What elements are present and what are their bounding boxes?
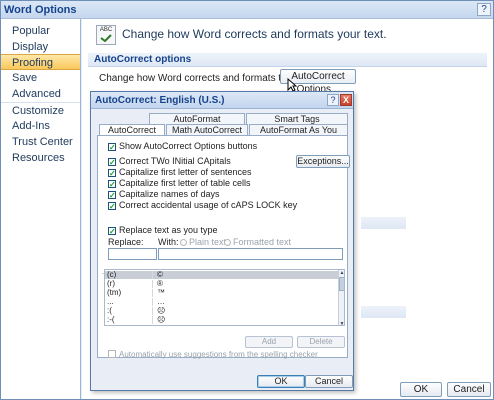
scroll-thumb[interactable]	[339, 277, 344, 291]
checkbox-checked-icon[interactable]: ✓	[108, 227, 116, 236]
plain-text-radio[interactable]: Plain text	[180, 237, 226, 247]
entry-to: ☹	[157, 307, 166, 315]
nav-item-save[interactable]: Save	[1, 70, 80, 86]
tab-smart-tags[interactable]: Smart Tags	[246, 113, 348, 124]
section-bar-background	[361, 217, 406, 229]
nav-item-add-ins[interactable]: Add-Ins	[1, 118, 80, 134]
entry-from: (c)	[107, 271, 153, 279]
entry-from: (tm)	[107, 289, 153, 297]
entry-from: (r)	[107, 280, 153, 288]
nav-item-trust-center[interactable]: Trust Center	[1, 134, 80, 150]
content-header-text: Change how Word corrects and formats you…	[122, 27, 387, 41]
checkbox-label: Correct TWo INitial CApitals	[119, 156, 231, 166]
checkbox-checked-icon[interactable]: ✓	[108, 143, 116, 152]
autocorrect-tab-panel: ✓ Show AutoCorrect Options buttons ✓ Corre…	[97, 135, 350, 360]
checkbox-checked-icon[interactable]: ✓	[108, 191, 116, 200]
entries-scrollbar[interactable]: ▲ ▼	[338, 270, 344, 325]
nav-item-popular[interactable]: Popular	[1, 23, 80, 39]
section-bar-background	[361, 306, 406, 318]
entry-to: ©	[157, 271, 163, 279]
tab-autoformat[interactable]: AutoFormat	[149, 113, 245, 124]
abc-check-icon: ABC	[96, 25, 116, 45]
dialog-title-bar: AutoCorrect: English (U.S.) ? X	[91, 92, 353, 109]
table-row[interactable]: :( ☹	[105, 307, 338, 315]
radio-label: Plain text	[189, 237, 227, 247]
table-row[interactable]: (r) ®	[105, 280, 338, 288]
scroll-down-icon[interactable]: ▼	[339, 321, 344, 325]
checkbox-label: Automatically use suggestions from the s…	[119, 350, 318, 359]
nav-item-advanced[interactable]: Advanced	[1, 86, 80, 102]
add-button[interactable]: Add	[245, 336, 293, 348]
delete-button[interactable]: Delete	[297, 336, 345, 348]
radio-label: Formatted text	[233, 237, 292, 247]
window-cancel-button[interactable]: Cancel	[447, 382, 491, 397]
checkbox-capitalize-sentences[interactable]: ✓ Capitalize first letter of sentences	[108, 167, 252, 178]
nav-item-resources[interactable]: Resources	[1, 150, 80, 166]
content-header: ABC Change how Word corrects and formats…	[82, 19, 493, 51]
checkbox-capitalize-table-cells[interactable]: ✓ Capitalize first letter of table cells	[108, 178, 251, 189]
checkbox-label: Capitalize names of days	[119, 189, 220, 199]
checkbox-checked-icon[interactable]: ✓	[108, 158, 116, 167]
window-title-bar: Word Options ?	[1, 1, 493, 19]
window-title: Word Options	[4, 4, 77, 16]
window-help-button[interactable]: ?	[477, 3, 491, 16]
dialog-cancel-button[interactable]: Cancel	[305, 375, 353, 388]
checkbox-capitalize-days[interactable]: ✓ Capitalize names of days	[108, 189, 220, 200]
checkbox-checked-icon[interactable]: ✓	[108, 180, 116, 189]
table-row[interactable]: :-( ☹	[105, 316, 338, 324]
nav-item-customize[interactable]: Customize	[1, 102, 80, 118]
table-row[interactable]: ... …	[105, 298, 338, 306]
entry-from: ...	[107, 298, 153, 306]
checkbox-unchecked-icon[interactable]	[108, 350, 116, 358]
abc-icon-text: ABC	[99, 27, 113, 33]
with-label: With:	[158, 237, 179, 247]
checkbox-label: Replace text as you type	[119, 225, 218, 235]
options-nav: Popular Display Proofing Save Advanced C…	[1, 19, 81, 399]
replace-input[interactable]	[108, 248, 157, 260]
window-ok-button[interactable]: OK	[400, 382, 442, 397]
entry-to: …	[157, 298, 165, 306]
autocorrect-section-title: AutoCorrect options	[88, 53, 487, 67]
nav-item-proofing[interactable]: Proofing	[1, 54, 80, 70]
entry-from: :(	[107, 307, 153, 315]
replace-label: Replace:	[108, 237, 144, 247]
checkmark-icon	[100, 34, 112, 43]
dialog-help-button[interactable]: ?	[327, 94, 339, 106]
dialog-title: AutoCorrect: English (U.S.)	[95, 95, 225, 106]
tab-autoformat-as-you-type[interactable]: AutoFormat As You Type	[249, 124, 348, 145]
tab-math-autocorrect[interactable]: Math AutoCorrect	[166, 124, 248, 135]
checkbox-checked-icon[interactable]: ✓	[108, 169, 116, 178]
scroll-up-icon[interactable]: ▲	[339, 270, 344, 276]
checkbox-label: Capitalize first letter of table cells	[119, 178, 251, 188]
table-row[interactable]: (tm) ™	[105, 289, 338, 297]
checkbox-checked-icon[interactable]: ✓	[108, 202, 116, 211]
dialog-close-button[interactable]: X	[340, 94, 352, 106]
exceptions-button[interactable]: Exceptions...	[296, 155, 350, 168]
with-input[interactable]	[158, 248, 343, 260]
radio-icon[interactable]	[180, 239, 187, 246]
checkbox-show-options-buttons[interactable]: ✓ Show AutoCorrect Options buttons	[108, 141, 258, 152]
entry-to: ☹	[157, 316, 166, 324]
formatted-text-radio[interactable]: Formatted text	[224, 237, 291, 247]
dialog-ok-button[interactable]: OK	[257, 375, 305, 388]
nav-item-display[interactable]: Display	[1, 39, 80, 55]
checkbox-correct-two-initial-capitals[interactable]: ✓ Correct TWo INitial CApitals	[108, 156, 231, 167]
autocorrect-dialog: AutoCorrect: English (U.S.) ? X AutoForm…	[90, 91, 354, 391]
mouse-pointer-icon	[287, 78, 297, 92]
checkbox-auto-suggestions[interactable]: Automatically use suggestions from the s…	[108, 350, 318, 360]
radio-icon[interactable]	[224, 239, 231, 246]
checkbox-label: Capitalize first letter of sentences	[119, 167, 252, 177]
entry-to: ™	[157, 289, 165, 297]
checkbox-replace-as-you-type[interactable]: ✓ Replace text as you type	[108, 225, 218, 236]
checkbox-label: Show AutoCorrect Options buttons	[119, 141, 258, 151]
entry-to: ®	[157, 280, 163, 288]
checkbox-label: Correct accidental usage of cAPS LOCK ke…	[119, 200, 298, 210]
entry-from: :-(	[107, 316, 153, 324]
checkbox-caps-lock[interactable]: ✓ Correct accidental usage of cAPS LOCK k…	[108, 200, 298, 211]
table-row[interactable]: (c) ©	[105, 271, 338, 279]
autocorrect-entries-list[interactable]: (c) © (r) ® (tm) ™ ... … :( ☹ :-( ☹ ▲ ▼	[104, 269, 345, 326]
